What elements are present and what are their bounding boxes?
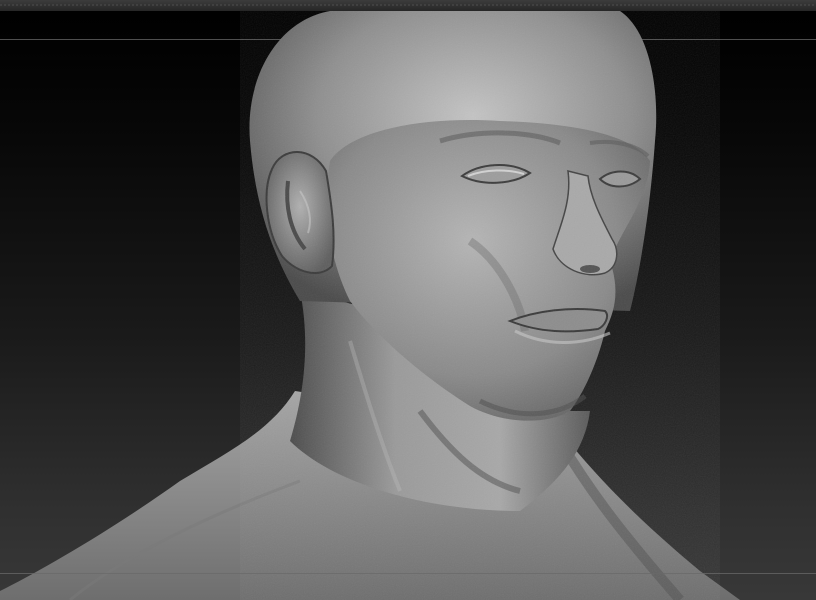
- sculpting-app-window: [0, 0, 816, 600]
- toolbar-grip: [0, 4, 816, 6]
- viewport-guide-line-bottom: [0, 573, 816, 574]
- 3d-viewport[interactable]: [0, 11, 816, 600]
- sculpted-head-model[interactable]: [0, 11, 816, 600]
